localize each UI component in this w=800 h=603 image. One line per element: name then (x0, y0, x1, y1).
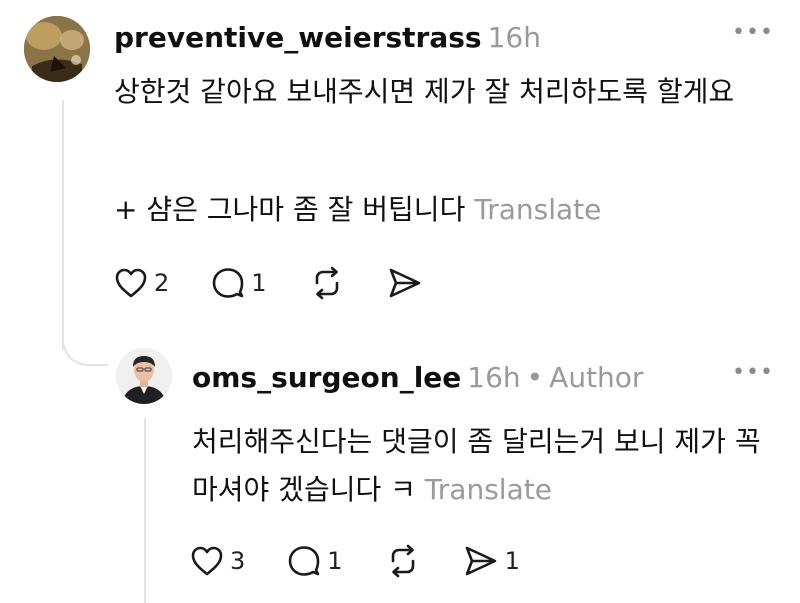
repost-icon (391, 544, 414, 578)
reply-button[interactable]: 1 (287, 544, 343, 578)
like-button[interactable]: 2 (114, 267, 169, 299)
user-avatar-icon (116, 348, 172, 404)
reply-text-block: 처리해주신다는 댓글이 좀 달리는거 보니 제가 꼭 마셔야 겠습니다 ㅋ Tr… (192, 418, 772, 514)
reply-count: 1 (327, 547, 343, 575)
comment-text-second-line: + 샴은 그나마 좀 잘 버팁니다 Translate (114, 186, 782, 234)
reply-header: oms_surgeon_lee 16h • Author (192, 358, 643, 398)
timestamp: 16h (467, 361, 521, 394)
send-icon (465, 546, 496, 576)
comment-bubble-icon (212, 268, 244, 298)
thread-connector-curve (62, 320, 108, 366)
like-count: 3 (230, 547, 246, 575)
repost-button[interactable] (385, 544, 421, 578)
timestamp: 16h (487, 21, 541, 54)
avatar[interactable] (116, 348, 172, 404)
repost-button[interactable] (309, 266, 345, 300)
comment-text: 상한것 같아요 보내주시면 제가 잘 처리하도록 할게요 (114, 75, 735, 108)
heart-icon (115, 268, 147, 298)
share-button[interactable]: 1 (463, 544, 520, 578)
reply-actions: 3 1 1 (190, 544, 562, 578)
heart-icon (191, 546, 223, 576)
comment-header: preventive_weierstrass 16h (114, 18, 541, 58)
meta-separator: • (526, 361, 544, 394)
username[interactable]: oms_surgeon_lee (192, 361, 461, 394)
thread-connector-line (62, 100, 64, 350)
username[interactable]: preventive_weierstrass (114, 21, 482, 54)
user-avatar-icon (24, 16, 90, 82)
author-badge: Author (549, 361, 644, 394)
avatar[interactable] (24, 16, 90, 82)
comment-actions: 2 1 (114, 266, 465, 300)
send-icon (389, 268, 420, 298)
reply-connector-line (144, 418, 146, 603)
comment-text-addendum: + 샴은 그나마 좀 잘 버팁니다 (114, 193, 466, 226)
repost-icon (315, 266, 338, 300)
comment-bubble-icon (288, 546, 320, 576)
more-options-button[interactable]: ••• (732, 22, 774, 44)
translate-link[interactable]: Translate (474, 193, 601, 226)
like-count: 2 (154, 269, 170, 297)
thread-view: preventive_weierstrass 16h ••• 상한것 같아요 보내… (0, 0, 800, 603)
like-button[interactable]: 3 (190, 545, 245, 577)
reply-button[interactable]: 1 (211, 266, 267, 300)
translate-link[interactable]: Translate (425, 473, 552, 506)
more-options-button[interactable]: ••• (732, 362, 774, 384)
reply-count: 1 (251, 269, 267, 297)
share-button[interactable] (387, 266, 423, 300)
share-count: 1 (504, 547, 520, 575)
